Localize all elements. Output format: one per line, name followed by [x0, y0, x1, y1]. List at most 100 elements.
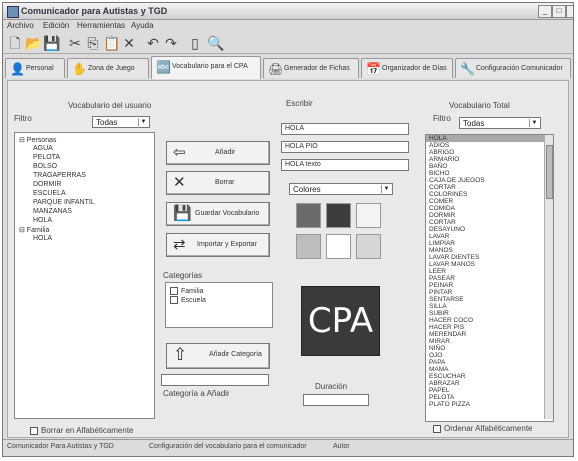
close-button[interactable]	[566, 5, 573, 18]
list-item[interactable]: CAJA DE JUEGOS	[429, 177, 485, 184]
list-item[interactable]: MAMA	[429, 366, 449, 373]
color-swatch[interactable]	[356, 203, 381, 228]
left-filter-select[interactable]: Todas ▼	[92, 116, 150, 128]
list-item[interactable]: ABRIGO	[429, 149, 454, 156]
list-item[interactable]: PAPA	[429, 359, 445, 366]
tab-zona-juego[interactable]: ✋ Zona de Juego	[67, 58, 149, 78]
tree-node[interactable]: ⊟ Personas	[19, 136, 56, 144]
list-item[interactable]: DORMIR	[429, 212, 455, 219]
import-export-button[interactable]: ⇄ Importar y Exportar	[166, 233, 270, 257]
tab-vocabulario[interactable]: 🔤 Vocabulario para el CPA	[151, 56, 261, 79]
scroll-thumb[interactable]	[546, 145, 553, 199]
right-filter-select[interactable]: Todas ▼	[459, 117, 541, 129]
color-swatch[interactable]	[326, 203, 351, 228]
save-vocab-button[interactable]: 💾 Guardar Vocabulario	[166, 202, 270, 226]
list-item[interactable]: ESCUCHAR	[429, 373, 465, 380]
list-item[interactable]: COMIDA	[429, 205, 455, 212]
tree-node[interactable]: HOLA	[33, 235, 52, 242]
user-vocab-tree[interactable]: ⊟ Personas AGUA PELOTA BOLSO TRAGAPERRAS…	[14, 132, 155, 419]
list-item[interactable]: BAÑO	[429, 163, 447, 170]
color-swatch[interactable]	[296, 203, 321, 228]
list-item[interactable]: LAVAR	[429, 233, 449, 240]
total-vocab-list[interactable]: HOLA ADIOS ABRIGO ARMARIO BAÑO BICHO CAJ…	[425, 134, 554, 422]
tree-node[interactable]: PARQUE INFANTIL	[33, 199, 95, 206]
tab-organizador[interactable]: 📅 Organizador de Días	[361, 58, 453, 78]
list-item[interactable]: PLATO PIZZA	[429, 401, 470, 408]
word-field-3[interactable]: HOLA texto	[281, 159, 409, 171]
copy-icon[interactable]: ⎘	[85, 35, 101, 51]
list-item[interactable]: LIMPIAR	[429, 240, 455, 247]
word-field-2[interactable]: HOLA PIO	[281, 141, 409, 153]
add-category-button[interactable]: ⇧ Añadir Categoría	[166, 343, 270, 369]
color-swatch[interactable]	[356, 234, 381, 259]
right-checkbox[interactable]: Ordenar Alfabéticamente	[433, 424, 533, 433]
list-item[interactable]: SILLA	[429, 303, 447, 310]
list-item[interactable]: HOLA	[429, 135, 447, 142]
tree-node[interactable]: PELOTA	[33, 154, 60, 161]
left-checkbox[interactable]: Borrar en Alfabéticamente	[30, 426, 134, 435]
tree-node[interactable]: ESCUELA	[33, 190, 66, 197]
delete-icon[interactable]: ✕	[121, 35, 137, 51]
tree-node[interactable]: ⊟ Familia	[19, 226, 49, 234]
list-item[interactable]: PELOTA	[429, 394, 454, 401]
list-item[interactable]: COMER	[429, 198, 453, 205]
undo-icon[interactable]: ↶	[145, 35, 161, 51]
categories-list[interactable]: Familia Escuela	[165, 282, 273, 328]
color-swatch[interactable]	[326, 234, 351, 259]
list-item[interactable]: PEINAR	[429, 282, 453, 289]
list-item[interactable]: SENTARSE	[429, 296, 464, 303]
delete-button[interactable]: ✕ Borrar	[166, 171, 270, 195]
new-icon[interactable]: 🗋	[7, 35, 23, 51]
menu-ayuda[interactable]: Ayuda	[131, 21, 154, 30]
save-icon[interactable]: 💾	[43, 35, 60, 51]
add-button[interactable]: ⇦ Añadir	[166, 141, 270, 165]
color-select[interactable]: Colores ▼	[289, 183, 393, 195]
tree-node[interactable]: HOLA	[33, 217, 52, 224]
tab-generador[interactable]: 🖨 Generador de Fichas	[263, 58, 359, 78]
list-item[interactable]: DESAYUNO	[429, 226, 465, 233]
new-category-input[interactable]	[161, 374, 269, 386]
duration-input[interactable]	[303, 394, 369, 406]
list-item[interactable]: BICHO	[429, 170, 450, 177]
category-item[interactable]: Escuela	[170, 296, 206, 304]
maximize-button[interactable]: □	[552, 5, 566, 18]
minimize-button[interactable]: _	[538, 5, 552, 18]
tab-personal[interactable]: 👤 Personal	[5, 58, 65, 78]
tree-node[interactable]: BOLSO	[33, 163, 57, 170]
tree-node[interactable]: DORMIR	[33, 181, 61, 188]
list-item[interactable]: NIÑO	[429, 345, 445, 352]
menu-herramientas[interactable]: Herramientas	[77, 21, 125, 30]
redo-icon[interactable]: ↷	[163, 35, 179, 51]
word-field[interactable]: HOLA	[281, 123, 409, 135]
category-item[interactable]: Familia	[170, 287, 204, 295]
list-item[interactable]: HACER COCO	[429, 317, 473, 324]
list-item[interactable]: PASEAR	[429, 275, 455, 282]
list-item[interactable]: PINTAR	[429, 289, 452, 296]
preview-icon[interactable]: 🔍	[207, 35, 224, 51]
list-item[interactable]: MANOS	[429, 247, 453, 254]
list-item[interactable]: HACER PIS	[429, 324, 464, 331]
tree-node[interactable]: MANZANAS	[33, 208, 72, 215]
print-icon[interactable]: ▯	[187, 35, 203, 51]
menu-edicion[interactable]: Edición	[43, 21, 69, 30]
list-item[interactable]: CORTAR	[429, 184, 456, 191]
list-item[interactable]: SUBIR	[429, 310, 449, 317]
list-item[interactable]: ABRAZAR	[429, 380, 460, 387]
tree-node[interactable]: AGUA	[33, 145, 53, 152]
cut-icon[interactable]: ✂	[67, 35, 83, 51]
list-item[interactable]: ARMARIO	[429, 156, 459, 163]
paste-icon[interactable]: 📋	[103, 35, 120, 51]
list-item[interactable]: MERENDAR	[429, 331, 466, 338]
list-item[interactable]: ADIOS	[429, 142, 449, 149]
tree-node[interactable]: TRAGAPERRAS	[33, 172, 86, 179]
color-swatch[interactable]	[296, 234, 321, 259]
list-item[interactable]: MIRAR	[429, 338, 450, 345]
list-item[interactable]: COLORINES	[429, 191, 467, 198]
open-icon[interactable]: 📂	[25, 35, 42, 51]
list-item[interactable]: LEER	[429, 268, 446, 275]
list-item[interactable]: OJO	[429, 352, 442, 359]
list-item[interactable]: CORTAR	[429, 219, 456, 226]
menu-archivo[interactable]: Archivo	[7, 21, 34, 30]
tab-configuracion[interactable]: 🔧 Configuración Comunicador	[455, 58, 571, 78]
list-item[interactable]: LAVAR MANOS	[429, 261, 475, 268]
